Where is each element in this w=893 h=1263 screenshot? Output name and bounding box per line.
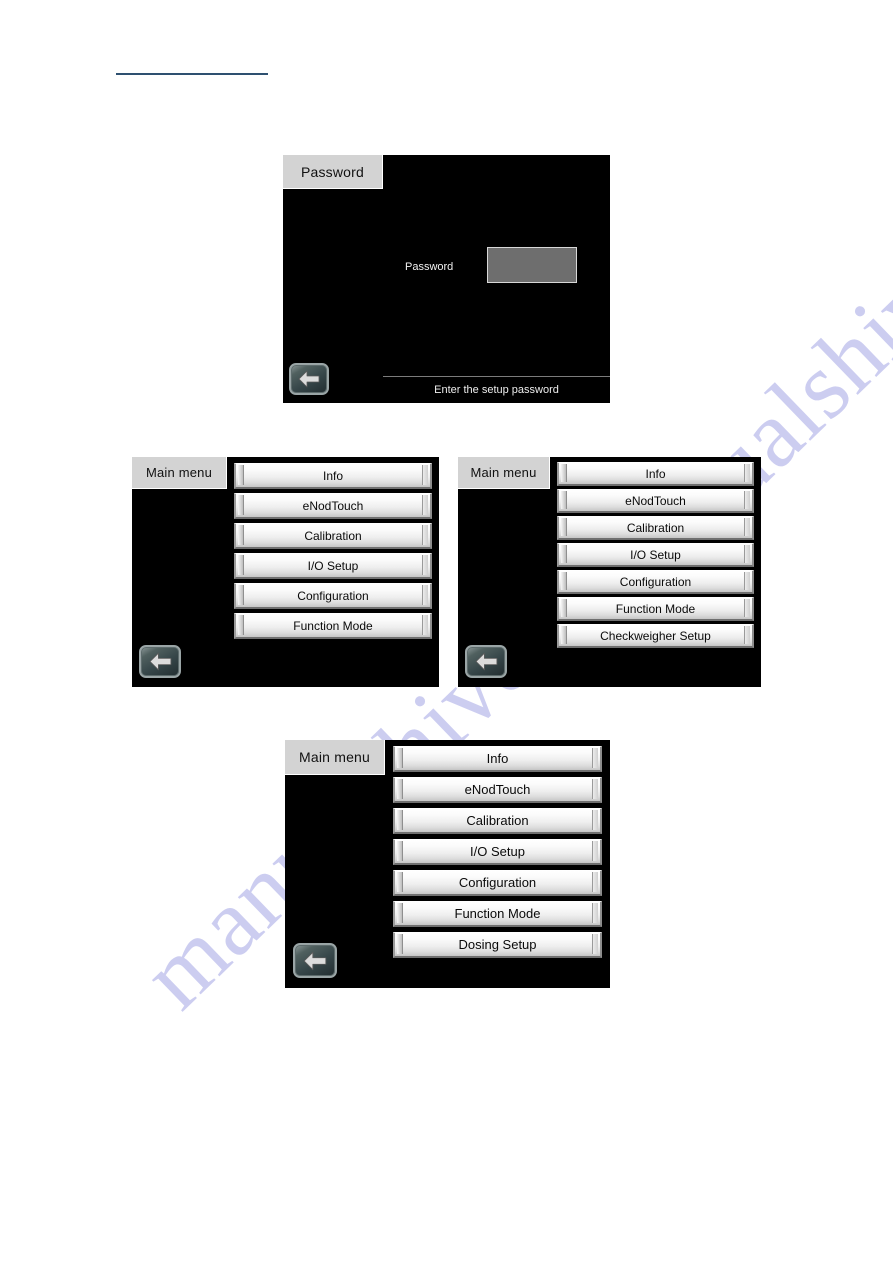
sidebar-body xyxy=(132,489,227,687)
screen-title: Main menu xyxy=(458,457,550,489)
menu-item-dosing-setup[interactable]: Dosing Setup xyxy=(393,932,602,958)
main-menu-screen-dosing: Main menu Info eNodTouch Calibration I/O… xyxy=(285,740,610,988)
main-menu-screen-checkweigher: Main menu Info eNodTouch Calibration I/O… xyxy=(458,457,761,687)
menu-item-function-mode[interactable]: Function Mode xyxy=(234,613,432,639)
menu-item-enodtouch[interactable]: eNodTouch xyxy=(393,777,602,803)
menu-item-label: Info xyxy=(322,468,343,483)
menu-item-io-setup[interactable]: I/O Setup xyxy=(234,553,432,579)
menu-item-label: I/O Setup xyxy=(630,547,681,562)
menu-item-label: eNodTouch xyxy=(464,782,531,797)
menu-list: Info eNodTouch Calibration I/O Setup Con… xyxy=(385,740,610,988)
screen-title: Password xyxy=(283,155,383,189)
menu-item-label: Calibration xyxy=(466,813,529,828)
menu-item-io-setup[interactable]: I/O Setup xyxy=(393,839,602,865)
password-screen: Password Password Enter the setup passwo… xyxy=(283,155,610,403)
screen-content: Password Enter the setup password xyxy=(383,155,610,403)
menu-item-label: Dosing Setup xyxy=(458,937,537,952)
back-button[interactable] xyxy=(293,943,337,978)
screen-content: Info eNodTouch Calibration I/O Setup Con… xyxy=(385,740,610,988)
menu-item-label: Function Mode xyxy=(293,618,373,633)
back-arrow-icon xyxy=(475,652,497,671)
menu-item-info[interactable]: Info xyxy=(393,746,602,772)
back-button[interactable] xyxy=(139,645,181,678)
menu-item-enodtouch[interactable]: eNodTouch xyxy=(557,489,754,513)
menu-item-label: Configuration xyxy=(458,875,537,890)
menu-item-configuration[interactable]: Configuration xyxy=(557,570,754,594)
screen-sidebar: Main menu xyxy=(458,457,550,687)
menu-item-label: Info xyxy=(645,466,666,481)
menu-item-label: Function Mode xyxy=(615,601,696,616)
screen-title: Main menu xyxy=(132,457,227,489)
header-link[interactable] xyxy=(116,61,268,75)
screen-sidebar: Main menu xyxy=(132,457,227,687)
menu-item-calibration[interactable]: Calibration xyxy=(234,523,432,549)
back-arrow-icon xyxy=(149,652,171,671)
back-arrow-icon xyxy=(298,370,320,388)
menu-item-label: Calibration xyxy=(626,520,685,535)
screen-sidebar: Password xyxy=(283,155,383,403)
menu-item-checkweigher-setup[interactable]: Checkweigher Setup xyxy=(557,624,754,648)
menu-item-label: eNodTouch xyxy=(625,493,686,508)
screen-content: Info eNodTouch Calibration I/O Setup Con… xyxy=(227,457,439,687)
password-form: Password xyxy=(383,155,610,376)
menu-item-label: Info xyxy=(486,751,509,766)
password-input[interactable] xyxy=(487,247,577,283)
menu-item-info[interactable]: Info xyxy=(557,462,754,486)
screen-title: Main menu xyxy=(285,740,385,775)
menu-item-configuration[interactable]: Configuration xyxy=(393,870,602,896)
menu-list: Info eNodTouch Calibration I/O Setup Con… xyxy=(550,457,761,687)
menu-item-label: Function Mode xyxy=(454,906,541,921)
sidebar-body xyxy=(285,775,385,988)
menu-item-label: Calibration xyxy=(304,528,362,543)
menu-list: Info eNodTouch Calibration I/O Setup Con… xyxy=(227,457,439,687)
menu-item-label: Checkweigher Setup xyxy=(600,628,711,643)
menu-item-label: Configuration xyxy=(619,574,692,589)
sidebar-body xyxy=(283,189,383,403)
menu-item-calibration[interactable]: Calibration xyxy=(557,516,754,540)
screen-sidebar: Main menu xyxy=(285,740,385,988)
menu-item-label: I/O Setup xyxy=(470,844,525,859)
menu-item-label: eNodTouch xyxy=(302,498,364,513)
sidebar-body xyxy=(458,489,550,687)
menu-item-label: I/O Setup xyxy=(307,558,359,573)
menu-item-io-setup[interactable]: I/O Setup xyxy=(557,543,754,567)
menu-item-info[interactable]: Info xyxy=(234,463,432,489)
menu-item-calibration[interactable]: Calibration xyxy=(393,808,602,834)
back-button[interactable] xyxy=(289,363,329,395)
back-button[interactable] xyxy=(465,645,507,678)
menu-item-label: Configuration xyxy=(297,588,369,603)
main-menu-screen-basic: Main menu Info eNodTouch Calibration I/O… xyxy=(132,457,439,687)
menu-item-function-mode[interactable]: Function Mode xyxy=(557,597,754,621)
password-label: Password xyxy=(405,261,454,273)
menu-item-enodtouch[interactable]: eNodTouch xyxy=(234,493,432,519)
back-arrow-icon xyxy=(303,951,327,970)
screen-content: Info eNodTouch Calibration I/O Setup Con… xyxy=(550,457,761,687)
status-bar: Enter the setup password xyxy=(383,376,610,403)
menu-item-configuration[interactable]: Configuration xyxy=(234,583,432,609)
menu-item-function-mode[interactable]: Function Mode xyxy=(393,901,602,927)
